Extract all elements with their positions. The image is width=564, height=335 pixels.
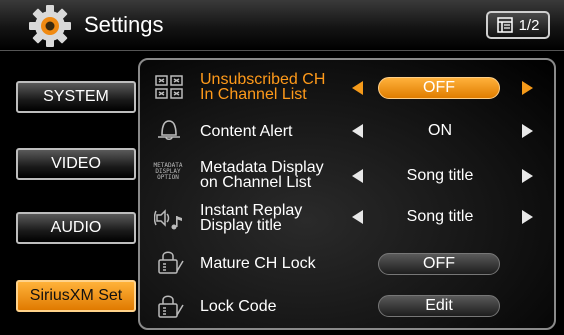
next-option-arrow[interactable] (522, 124, 533, 138)
header-bar: Settings 1/2 (0, 0, 564, 51)
lock-icon (158, 295, 184, 318)
setting-value: Song title (406, 167, 474, 184)
page-indicator-text: 1/2 (518, 16, 540, 34)
setting-row-unsubscribed-ch[interactable]: Unsubscribed CH In Channel List OFF (140, 66, 554, 110)
setting-label-line1: Instant Replay (200, 202, 303, 219)
setting-label: Unsubscribed CH In Channel List (200, 71, 326, 103)
previous-option-arrow[interactable] (352, 81, 363, 95)
next-option-arrow[interactable] (522, 169, 533, 183)
setting-label: Metadata Display on Channel List (200, 159, 324, 191)
channel-list-icon (155, 75, 183, 99)
setting-label: Content Alert (200, 123, 293, 140)
setting-label: Mature CH Lock (200, 255, 316, 272)
setting-row-metadata-display[interactable]: METADATA DISPLAY OPTION Metadata Display… (140, 153, 554, 197)
previous-option-arrow[interactable] (352, 169, 363, 183)
sidebar-item-video[interactable]: VIDEO (16, 148, 136, 180)
sidebar-item-siriusxm-set[interactable]: SiriusXM Set (16, 280, 136, 312)
value-pill[interactable]: OFF (378, 253, 500, 275)
setting-row-content-alert[interactable]: Content Alert ON (140, 109, 554, 153)
icon-text: OPTION (157, 174, 179, 181)
setting-row-lock-code[interactable]: Lock Code Edit (140, 285, 554, 328)
page-indicator-button[interactable]: 1/2 (486, 11, 550, 39)
setting-label: Lock Code (200, 298, 277, 315)
setting-label: Instant Replay Display title (200, 202, 303, 234)
setting-label-line2: on Channel List (200, 174, 312, 191)
setting-label-line2: In Channel List (200, 86, 307, 103)
next-option-arrow[interactable] (522, 210, 533, 224)
previous-option-arrow[interactable] (352, 124, 363, 138)
metadata-display-option-icon: METADATA DISPLAY OPTION (152, 163, 184, 181)
value-pill[interactable]: OFF (378, 77, 500, 99)
sidebar-item-system[interactable]: SYSTEM (16, 81, 136, 113)
setting-row-instant-replay[interactable]: Instant Replay Display title Song title (140, 197, 554, 241)
sidebar-item-audio[interactable]: AUDIO (16, 212, 136, 244)
page-list-icon (496, 17, 513, 33)
next-option-arrow[interactable] (522, 81, 533, 95)
previous-option-arrow[interactable] (352, 210, 363, 224)
page-title: Settings (84, 12, 164, 37)
settings-panel: Unsubscribed CH In Channel List OFF Cont… (138, 58, 556, 330)
gear-icon (29, 5, 71, 47)
lock-icon (158, 251, 184, 274)
setting-label-line1: Unsubscribed CH (200, 71, 326, 88)
setting-value: Song title (406, 208, 474, 225)
speaker-note-icon (154, 209, 182, 230)
setting-row-mature-ch-lock[interactable]: Mature CH Lock OFF (140, 241, 554, 285)
alert-bell-icon (158, 120, 180, 141)
setting-label-line2: Display title (200, 217, 282, 234)
setting-value: ON (428, 122, 452, 139)
edit-button[interactable]: Edit (378, 295, 500, 317)
setting-label-line1: Metadata Display (200, 159, 324, 176)
